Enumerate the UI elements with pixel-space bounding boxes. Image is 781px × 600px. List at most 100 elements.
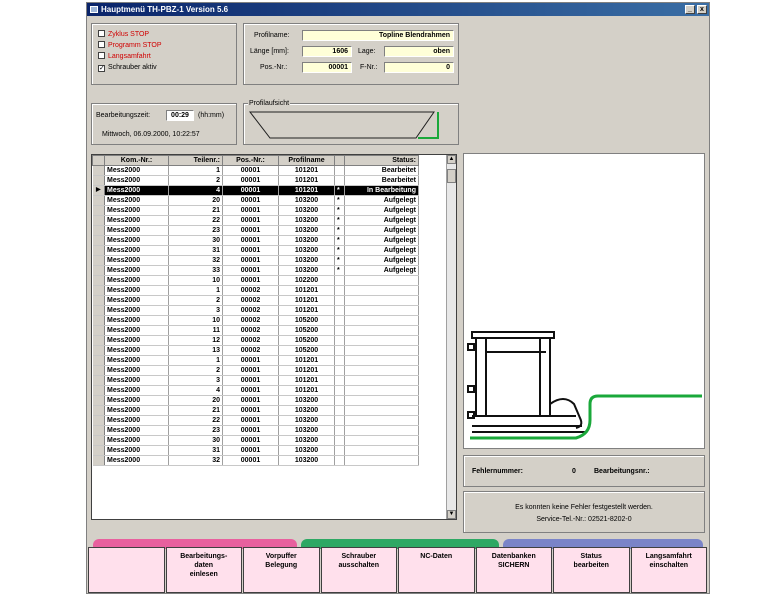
function-button-3[interactable]: Vorpuffer Belegung <box>243 547 320 593</box>
scroll-up-icon[interactable]: ▲ <box>447 155 456 164</box>
row-selector[interactable] <box>92 405 105 416</box>
function-button-5[interactable]: NC-Daten <box>398 547 475 593</box>
row-selector[interactable] <box>92 435 105 446</box>
table-row[interactable]: Mess2000 33 00001 103200 * Aufgelegt <box>92 265 419 276</box>
row-selector[interactable] <box>92 255 105 266</box>
table-row[interactable]: Mess2000 4 00001 101201 <box>92 385 419 396</box>
table-row[interactable]: Mess2000 11 00002 105200 <box>92 325 419 336</box>
table-row[interactable]: Mess2000 1 00002 101201 <box>92 285 419 296</box>
row-selector[interactable] <box>92 315 105 326</box>
table-cell: 4 <box>168 185 223 196</box>
function-button-1[interactable] <box>88 547 165 593</box>
table-row[interactable]: Mess2000 12 00002 105200 <box>92 335 419 346</box>
scroll-thumb[interactable] <box>447 169 456 183</box>
row-selector[interactable] <box>92 235 105 246</box>
table-row[interactable]: Mess2000 3 00001 101201 <box>92 375 419 386</box>
row-selector[interactable] <box>92 225 105 236</box>
table-row[interactable]: Mess2000 2 00001 101201 Bearbeitet <box>92 175 419 186</box>
table-row[interactable]: Mess2000 21 00001 103200 <box>92 405 419 416</box>
table-cell: Mess2000 <box>104 355 169 366</box>
checkbox-box[interactable] <box>98 41 105 48</box>
status-message: Es konnten keine Fehler festgestellt wer… <box>515 504 653 511</box>
row-selector[interactable] <box>92 385 105 396</box>
table-row[interactable]: Mess2000 2 00001 101201 <box>92 365 419 376</box>
checkbox-label: Schrauber aktiv <box>108 64 157 71</box>
row-selector[interactable] <box>92 195 105 206</box>
row-selector[interactable] <box>92 365 105 376</box>
profile-cross-section <box>467 331 702 440</box>
table-scrollbar[interactable]: ▲ ▼ <box>446 155 456 519</box>
table-row[interactable]: Mess2000 22 00001 103200 * Aufgelegt <box>92 215 419 226</box>
scroll-down-icon[interactable]: ▼ <box>447 510 456 519</box>
table-row[interactable]: Mess2000 30 00001 103200 * Aufgelegt <box>92 235 419 246</box>
col-marker[interactable] <box>334 155 345 166</box>
table-row[interactable]: Mess2000 3 00002 101201 <box>92 305 419 316</box>
col-teilenr[interactable]: Teilenr.: <box>168 155 223 166</box>
options-panel: Zyklus STOP Programm STOP Langsamfahrt ✓ Sch… <box>91 23 237 85</box>
row-selector[interactable] <box>92 345 105 356</box>
table-row[interactable]: Mess2000 21 00001 103200 * Aufgelegt <box>92 205 419 216</box>
col-kom-nr[interactable]: Kom.-Nr.: <box>104 155 169 166</box>
row-selector[interactable] <box>92 395 105 406</box>
checkbox-box[interactable]: ✓ <box>98 65 105 72</box>
table-row[interactable]: Mess2000 30 00001 103200 <box>92 435 419 446</box>
table-cell: 101201 <box>278 365 335 376</box>
row-selector[interactable] <box>92 335 105 346</box>
table-row[interactable]: Mess2000 20 00001 103200 <box>92 395 419 406</box>
table-row[interactable]: Mess2000 2 00002 101201 <box>92 295 419 306</box>
checkbox-programm-stop[interactable]: Programm STOP <box>98 41 162 51</box>
table-row[interactable]: Mess2000 20 00001 103200 * Aufgelegt <box>92 195 419 206</box>
row-selector[interactable] <box>92 275 105 286</box>
row-selector[interactable] <box>92 445 105 456</box>
row-selector[interactable] <box>92 265 105 276</box>
checkbox-zyklus-stop[interactable]: Zyklus STOP <box>98 30 149 40</box>
table-cell: 103200 <box>278 245 335 256</box>
row-selector[interactable] <box>92 165 105 176</box>
col-status[interactable]: Status: <box>344 155 419 166</box>
row-selector[interactable] <box>92 205 105 216</box>
table-row[interactable]: Mess2000 31 00001 103200 <box>92 445 419 456</box>
close-button[interactable]: x <box>697 5 707 14</box>
row-selector[interactable] <box>92 245 105 256</box>
table-cell: 13 <box>168 345 223 356</box>
table-row[interactable]: Mess2000 32 00001 103200 * Aufgelegt <box>92 255 419 266</box>
table-row[interactable]: Mess2000 1 00001 101201 Bearbeitet <box>92 165 419 176</box>
minimize-button[interactable]: _ <box>685 5 695 14</box>
function-button-2[interactable]: Bearbeitungs- daten einlesen <box>165 547 242 593</box>
table-row[interactable]: Mess2000 32 00001 103200 <box>92 455 419 466</box>
checkbox-box[interactable] <box>98 52 105 59</box>
col-profilname[interactable]: Profilname <box>278 155 335 166</box>
row-selector[interactable] <box>92 415 105 426</box>
table-row[interactable]: Mess2000 23 00001 103200 <box>92 425 419 436</box>
table-row[interactable]: Mess2000 10 00001 102200 <box>92 275 419 286</box>
function-button-4[interactable]: Schrauber ausschalten <box>320 547 397 593</box>
table-row[interactable]: Mess2000 23 00001 103200 * Aufgelegt <box>92 225 419 236</box>
function-button-8[interactable]: Langsamfahrt einschalten <box>630 547 707 593</box>
function-button-7[interactable]: Status bearbeiten <box>553 547 630 593</box>
row-selector[interactable] <box>92 455 105 466</box>
table-row[interactable]: Mess2000 22 00001 103200 <box>92 415 419 426</box>
table-row[interactable]: Mess2000 10 00002 105200 <box>92 315 419 326</box>
table-cell: 101201 <box>278 295 335 306</box>
row-selector[interactable] <box>92 375 105 386</box>
checkbox-schrauber-aktiv[interactable]: ✓ Schrauber aktiv <box>98 63 157 73</box>
row-selector[interactable] <box>92 215 105 226</box>
table-row[interactable]: Mess2000 1 00001 101201 <box>92 355 419 366</box>
row-selector[interactable] <box>92 175 105 186</box>
row-selector[interactable] <box>92 285 105 296</box>
row-selector[interactable] <box>92 305 105 316</box>
row-selector[interactable]: ▶ <box>92 185 105 196</box>
table-row[interactable]: Mess2000 31 00001 103200 * Aufgelegt <box>92 245 419 256</box>
table-row[interactable]: Mess2000 13 00002 105200 <box>92 345 419 356</box>
checkbox-langsamfahrt[interactable]: Langsamfahrt <box>98 52 151 62</box>
row-selector[interactable] <box>92 355 105 366</box>
row-selector[interactable] <box>92 425 105 436</box>
function-button-6[interactable]: Datenbanken SICHERN <box>475 547 552 593</box>
checkbox-box[interactable] <box>98 30 105 37</box>
row-selector[interactable] <box>92 325 105 336</box>
row-selector[interactable] <box>92 295 105 306</box>
table-row[interactable]: ▶ Mess2000 4 00001 101201 * In Bearbeitung <box>92 185 419 196</box>
parts-table[interactable]: Kom.-Nr.: Teilenr.: Pos.-Nr.: Profilname… <box>91 154 457 520</box>
table-cell: Aufgelegt <box>344 215 419 226</box>
col-pos-nr[interactable]: Pos.-Nr.: <box>222 155 279 166</box>
